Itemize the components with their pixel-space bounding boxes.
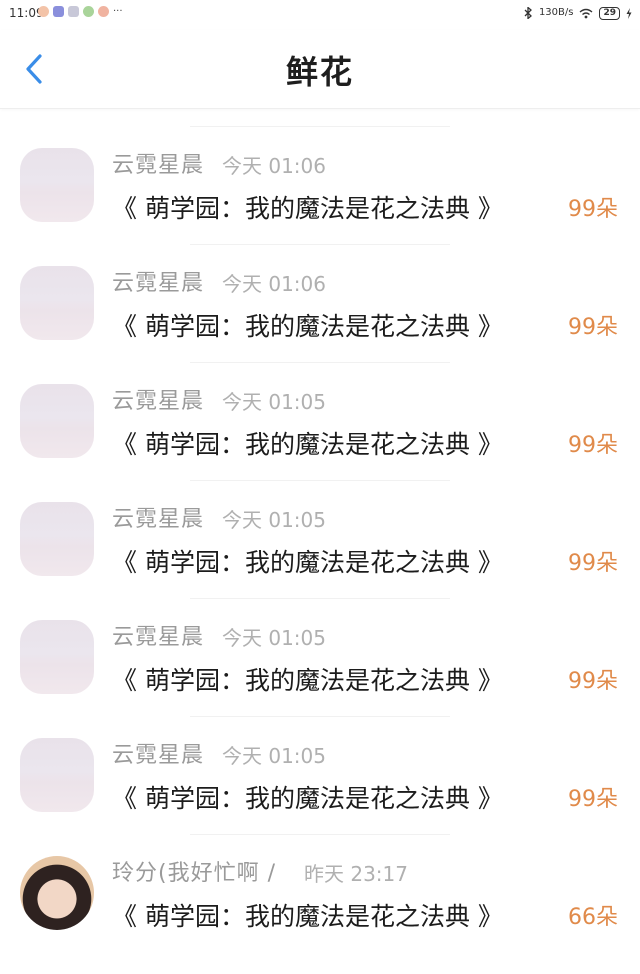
divider — [190, 598, 450, 599]
list-item[interactable]: 云霓星晨 今天 01:06 《 萌学园：我的魔法是花之法典 》 99朵 — [0, 126, 640, 244]
divider — [190, 716, 450, 717]
bluetooth-icon — [524, 7, 532, 19]
flower-amount: 66朵 — [568, 905, 618, 930]
flower-amount: 99朵 — [568, 669, 618, 694]
charging-icon — [626, 7, 632, 19]
divider — [190, 244, 450, 245]
list-item[interactable]: 云霓星晨 今天 01:05 《 萌学园：我的魔法是花之法典 》 99朵 — [0, 716, 640, 834]
divider — [190, 480, 450, 481]
user-name[interactable]: 云霓星晨 — [112, 268, 204, 300]
notification-icons: ··· — [38, 6, 123, 17]
avatar[interactable] — [20, 148, 94, 222]
status-bar: 11:09 ··· 130B/s 29 — [0, 0, 640, 26]
divider — [190, 834, 450, 835]
avatar[interactable] — [20, 502, 94, 576]
avatar[interactable] — [20, 856, 94, 930]
wechat-icon — [83, 6, 94, 17]
timestamp: 今天 01:05 — [222, 744, 326, 768]
list-item[interactable]: 云霓星晨 今天 01:06 《 萌学园：我的魔法是花之法典 》 99朵 — [0, 244, 640, 362]
timestamp: 昨天 23:17 — [304, 862, 408, 886]
divider — [190, 126, 450, 127]
user-name[interactable]: 云霓星晨 — [112, 622, 204, 654]
network-speed: 130B/s — [538, 7, 574, 18]
flower-amount: 99朵 — [568, 433, 618, 458]
list-item[interactable]: 云霓星晨 今天 01:05 《 萌学园：我的魔法是花之法典 》 99朵 — [0, 362, 640, 480]
flower-amount: 99朵 — [568, 551, 618, 576]
timestamp: 今天 01:06 — [222, 272, 326, 296]
weibo-icon — [98, 6, 109, 17]
user-name[interactable]: 玲分(我好忙啊 / — [112, 858, 276, 890]
book-title[interactable]: 《 萌学园：我的魔法是花之法典 》 — [112, 192, 503, 226]
flower-amount: 99朵 — [568, 315, 618, 340]
timestamp: 今天 01:05 — [222, 508, 326, 532]
avatar[interactable] — [20, 384, 94, 458]
flower-amount: 99朵 — [568, 197, 618, 222]
book-title[interactable]: 《 萌学园：我的魔法是花之法典 》 — [112, 546, 503, 580]
message-icon — [68, 6, 79, 17]
user-name[interactable]: 云霓星晨 — [112, 150, 204, 182]
user-name[interactable]: 云霓星晨 — [112, 504, 204, 536]
battery-indicator: 29 — [599, 6, 620, 20]
wifi-icon — [580, 8, 593, 18]
user-name[interactable]: 云霓星晨 — [112, 386, 204, 418]
book-title[interactable]: 《 萌学园：我的魔法是花之法典 》 — [112, 782, 503, 816]
avatar[interactable] — [20, 266, 94, 340]
weibo-icon — [38, 6, 49, 17]
book-title[interactable]: 《 萌学园：我的魔法是花之法典 》 — [112, 428, 503, 462]
user-name[interactable]: 云霓星晨 — [112, 740, 204, 772]
book-title[interactable]: 《 萌学园：我的魔法是花之法典 》 — [112, 900, 503, 934]
timestamp: 今天 01:06 — [222, 154, 326, 178]
list-item[interactable]: 云霓星晨 今天 01:05 《 萌学园：我的魔法是花之法典 》 99朵 — [0, 598, 640, 716]
book-title[interactable]: 《 萌学园：我的魔法是花之法典 》 — [112, 310, 503, 344]
timestamp: 今天 01:05 — [222, 390, 326, 414]
flower-amount: 99朵 — [568, 787, 618, 812]
list-item[interactable]: 云霓星晨 今天 01:05 《 萌学园：我的魔法是花之法典 》 99朵 — [0, 480, 640, 598]
divider — [190, 362, 450, 363]
app-icon — [53, 6, 64, 17]
avatar[interactable] — [20, 738, 94, 812]
avatar[interactable] — [20, 620, 94, 694]
list-item[interactable]: 玲分(我好忙啊 / 昨天 23:17 《 萌学园：我的魔法是花之法典 》 66朵 — [0, 834, 640, 952]
flower-records-list: 云霓星晨 今天 01:06 《 萌学园：我的魔法是花之法典 》 99朵 云霓星晨… — [0, 126, 640, 952]
timestamp: 今天 01:05 — [222, 626, 326, 650]
status-right: 130B/s 29 — [523, 5, 632, 21]
header: 鲜花 — [0, 30, 640, 109]
more-notifications: ··· — [113, 6, 123, 17]
book-title[interactable]: 《 萌学园：我的魔法是花之法典 》 — [112, 664, 503, 698]
page-title: 鲜花 — [285, 53, 354, 91]
